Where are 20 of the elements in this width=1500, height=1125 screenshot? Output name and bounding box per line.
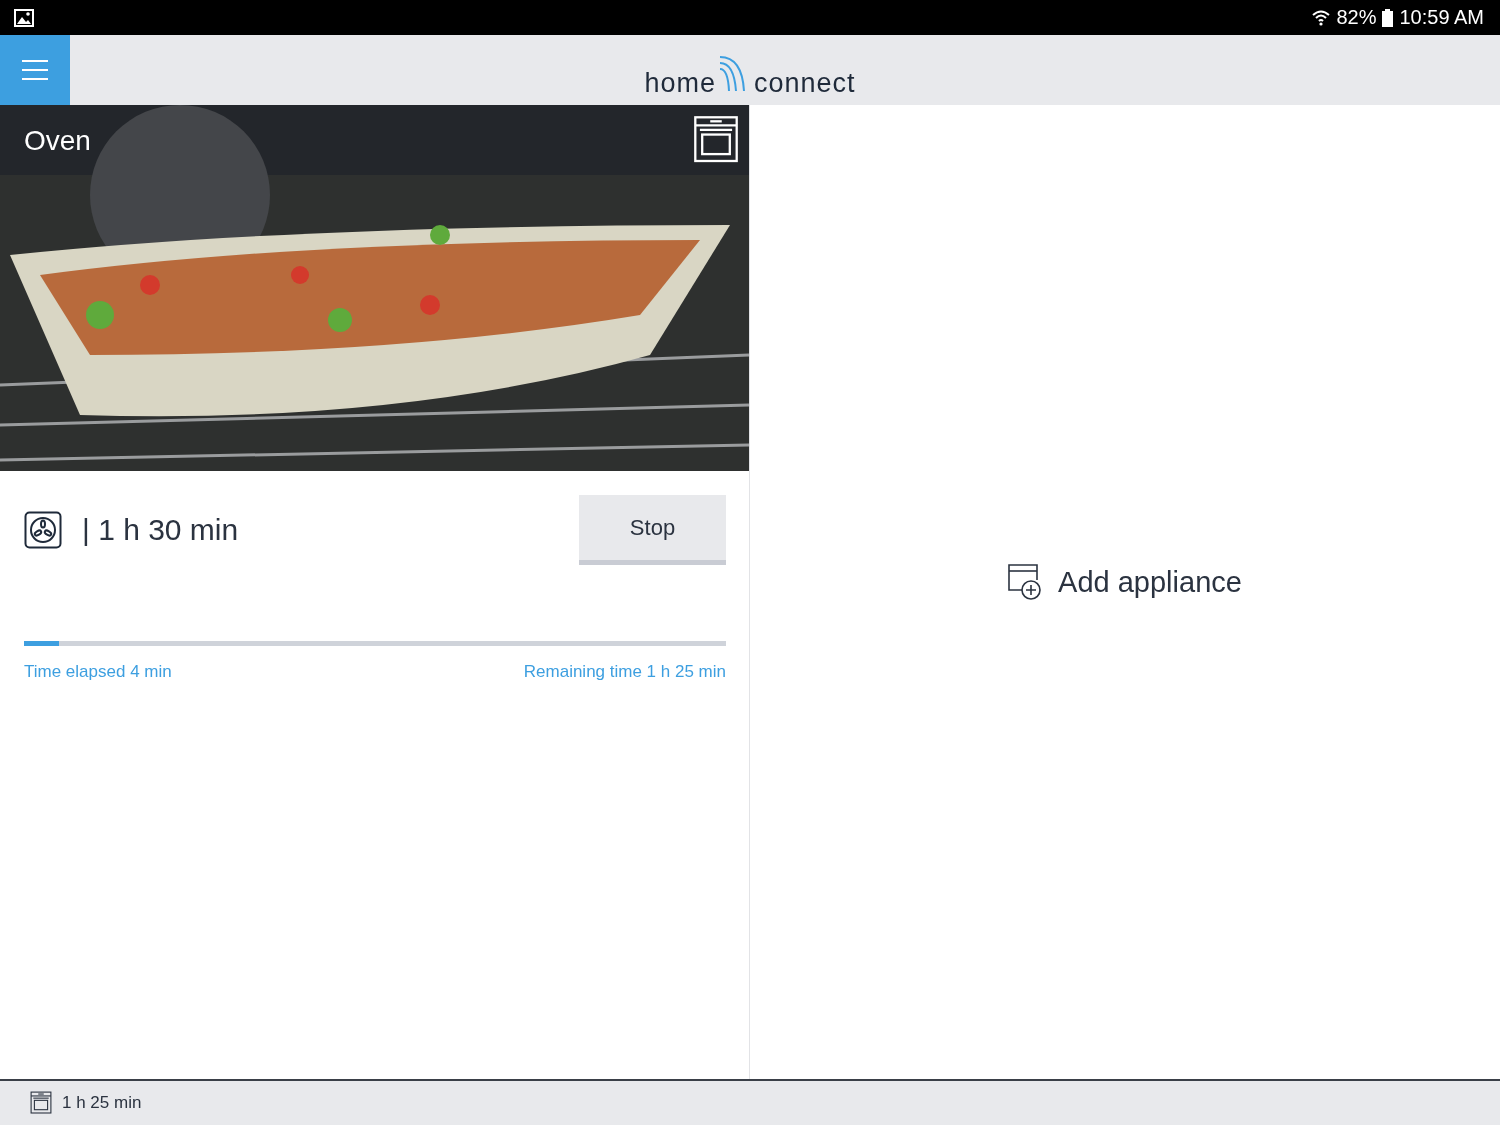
battery-percent: 82% xyxy=(1336,6,1377,29)
oven-icon xyxy=(693,115,739,164)
clock-time: 10:59 AM xyxy=(1399,6,1484,29)
appliance-title: Oven xyxy=(23,124,92,158)
wifi-icon xyxy=(1312,8,1331,27)
stop-button[interactable]: Stop xyxy=(579,495,726,565)
menu-icon xyxy=(22,59,48,81)
remaining-time: Remaining time 1 h 25 min xyxy=(523,662,726,682)
battery-icon xyxy=(1382,8,1394,27)
remaining-time: 1 h 25 min xyxy=(62,1093,142,1113)
elapsed-time: Time elapsed 4 min xyxy=(24,662,172,682)
logo-text: connect xyxy=(754,68,856,99)
add-appliance-button[interactable]: Add appliance xyxy=(1008,564,1242,600)
oven-icon xyxy=(30,1091,52,1115)
logo-text: home xyxy=(644,68,716,99)
menu-button[interactable] xyxy=(0,35,70,105)
add-appliance-icon xyxy=(1008,564,1043,600)
image-icon xyxy=(14,8,34,27)
program-duration: | 1 h 30 min xyxy=(82,513,240,547)
fan-icon xyxy=(24,511,62,549)
